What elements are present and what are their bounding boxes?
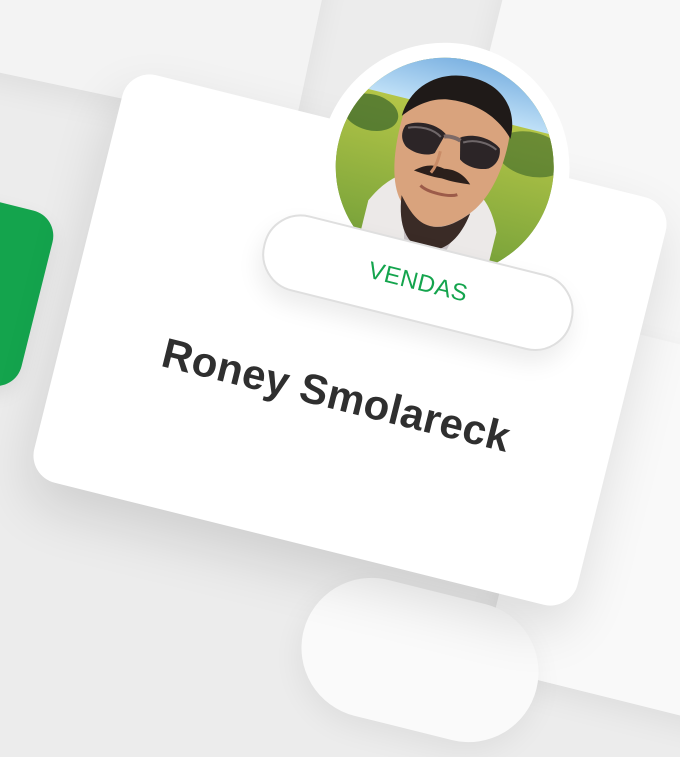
accent-side-card (0, 168, 59, 392)
